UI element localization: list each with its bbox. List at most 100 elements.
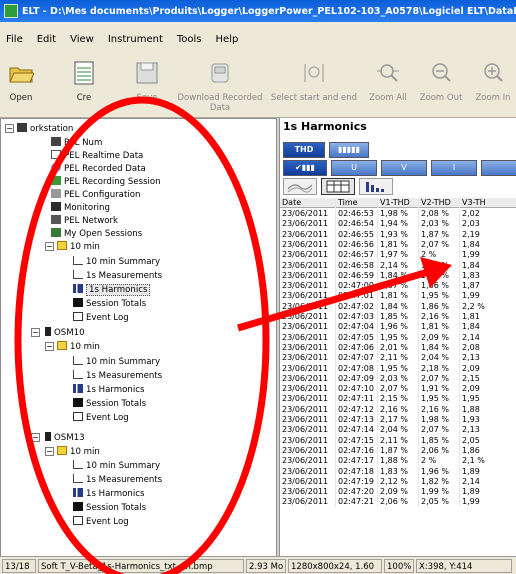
table-row[interactable]: 23/06/2011 02:46:59 1,84 % 1,89 % 1,83 (280, 270, 516, 281)
table-cell: 23/06/2011 (280, 476, 336, 487)
table-row[interactable]: 23/06/2011 02:47:07 2,11 % 2,04 % 2,13 (280, 353, 516, 364)
table-row[interactable]: 23/06/2011 02:47:18 1,83 % 1,96 % 1,89 (280, 466, 516, 477)
tree-measurements[interactable]: 1s Measurements (73, 270, 162, 281)
table-row[interactable]: 23/06/2011 02:47:09 2,03 % 2,07 % 2,15 (280, 373, 516, 384)
collapse-toggle[interactable]: − (31, 328, 40, 337)
table-cell: 02:47:12 (336, 404, 378, 415)
table-row[interactable]: 23/06/2011 02:47:13 2,17 % 1,98 % 1,93 (280, 415, 516, 425)
tree-osm10[interactable]: OSM10 (45, 327, 85, 338)
u-button[interactable]: U (331, 160, 377, 176)
table-row[interactable]: 23/06/2011 02:47:03 1,85 % 2,16 % 1,81 (280, 312, 516, 322)
graph-view-button[interactable] (283, 178, 317, 195)
tree-session-folder[interactable]: 10 min (57, 446, 100, 457)
table-row[interactable]: 23/06/2011 02:46:56 1,81 % 2,07 % 1,84 (280, 239, 516, 250)
tree-session-folder[interactable]: 10 min (57, 241, 100, 252)
menu-tools[interactable]: Tools (177, 34, 202, 45)
tree-configuration[interactable]: PEL Configuration (51, 189, 140, 200)
table-row[interactable]: 23/06/2011 02:47:17 1,88 % 2 % 2,1 % (280, 456, 516, 467)
tree-event-log[interactable]: Event Log (73, 516, 129, 527)
tree-session-totals[interactable]: Session Totals (73, 398, 146, 409)
tree-summary[interactable]: 10 min Summary (73, 256, 160, 267)
more-button[interactable] (481, 160, 516, 176)
tree-network[interactable]: PEL Network (51, 215, 118, 226)
table-row[interactable]: 23/06/2011 02:47:15 2,11 % 1,85 % 2,05 (280, 435, 516, 446)
collapse-toggle[interactable]: − (45, 342, 54, 351)
table-row[interactable]: 23/06/2011 02:46:54 1,94 % 2,03 % 2,03 (280, 219, 516, 230)
tree-harmonics[interactable]: 1s Harmonics (73, 488, 144, 499)
table-cell: 23/06/2011 (280, 322, 336, 333)
table-row[interactable]: 23/06/2011 02:47:20 2,09 % 1,99 % 1,89 (280, 487, 516, 498)
tree-my-open-sessions[interactable]: My Open Sessions (51, 228, 142, 239)
tree-event-log[interactable]: Event Log (73, 312, 129, 323)
table-row[interactable]: 23/06/2011 02:47:01 1,81 % 1,95 % 1,99 (280, 291, 516, 302)
table-row[interactable]: 23/06/2011 02:47:05 1,95 % 2,09 % 2,14 (280, 332, 516, 343)
table-row[interactable]: 23/06/2011 02:47:06 2,01 % 1,84 % 2,08 (280, 342, 516, 353)
collapse-toggle[interactable]: − (31, 433, 40, 442)
menu-edit[interactable]: Edit (37, 34, 56, 45)
table-row[interactable]: 23/06/2011 02:47:10 2,07 % 1,91 % 2,09 (280, 384, 516, 395)
menu-instrument[interactable]: Instrument (108, 34, 163, 45)
tree-measurements[interactable]: 1s Measurements (73, 370, 162, 381)
table-row[interactable]: 23/06/2011 02:46:57 1,97 % 2 % 1,99 (280, 250, 516, 261)
tree-summary[interactable]: 10 min Summary (73, 460, 160, 471)
tree-monitoring[interactable]: Monitoring (51, 202, 110, 213)
table-row[interactable]: 23/06/2011 02:47:14 2,04 % 2,07 % 2,13 (280, 425, 516, 436)
tree-osm13[interactable]: OSM13 (45, 432, 85, 443)
table-row[interactable]: 23/06/2011 02:47:12 2,16 % 2,16 % 1,88 (280, 404, 516, 415)
tree-harmonics[interactable]: 1s Harmonics (73, 384, 144, 395)
bar-view-button[interactable] (359, 178, 393, 195)
zoom-all-button[interactable]: Zoom All (366, 60, 410, 103)
table-row[interactable]: 23/06/2011 02:47:00 1,87 % 1,86 % 1,87 (280, 281, 516, 292)
collapse-toggle[interactable]: − (5, 124, 14, 133)
tree-recording-session[interactable]: PEL Recording Session (51, 176, 161, 187)
table-view-button[interactable] (321, 178, 355, 195)
table-row[interactable]: 23/06/2011 02:47:02 1,84 % 1,86 % 2,2 % (280, 301, 516, 312)
device-icon (51, 137, 61, 146)
tree-session-folder[interactable]: 10 min (57, 341, 100, 352)
thd-tab[interactable]: THD (283, 142, 325, 158)
table-cell: 23/06/2011 (280, 239, 336, 250)
select-start-end-button[interactable]: Select start and end (270, 60, 358, 103)
download-data-button[interactable]: Download Recorded Data (172, 60, 268, 113)
tree-pel-num[interactable]: PEL Num (51, 137, 102, 148)
tree-summary[interactable]: 10 min Summary (73, 356, 160, 367)
tree-session-totals[interactable]: Session Totals (73, 502, 146, 513)
i-button[interactable]: I (431, 160, 477, 176)
table-row[interactable]: 23/06/2011 02:46:55 1,93 % 1,87 % 2,19 (280, 229, 516, 240)
spectrum-tab[interactable]: ▮▮▮▮▮ (329, 142, 369, 158)
tree-measurements[interactable]: 1s Measurements (73, 474, 162, 485)
table-row[interactable]: 23/06/2011 02:47:11 2,15 % 1,95 % 1,95 (280, 394, 516, 405)
zoom-in-button[interactable]: Zoom In (470, 60, 516, 103)
save-button[interactable]: Save (132, 60, 162, 103)
table-row[interactable]: 23/06/2011 02:46:58 2,14 % 1,94 % 1,84 (280, 260, 516, 271)
tree-harmonics-selected[interactable]: 1s Harmonics (73, 284, 151, 296)
table-row[interactable]: 23/06/2011 02:47:16 1,87 % 2,06 % 1,86 (280, 445, 516, 456)
tree-realtime[interactable]: PEL Realtime Data (51, 150, 143, 161)
table-row[interactable]: 23/06/2011 02:46:53 1,98 % 2,08 % 2,02 (280, 209, 516, 219)
session-tree[interactable]: − orkstation PEL Num PEL Realtime Data P… (0, 118, 277, 558)
v-button[interactable]: V (381, 160, 427, 176)
menu-help[interactable]: Help (216, 34, 239, 45)
status-size: 2.93 Mo (246, 559, 286, 573)
table-cell: 23/06/2011 (280, 415, 336, 425)
tree-session-totals[interactable]: Session Totals (73, 298, 146, 309)
open-button[interactable]: Open (4, 60, 38, 103)
collapse-toggle[interactable]: − (45, 447, 54, 456)
tree-recorded[interactable]: PEL Recorded Data (51, 163, 146, 174)
table-row[interactable]: 23/06/2011 02:47:08 1,95 % 2,18 % 2,09 (280, 363, 516, 374)
table-row[interactable]: 23/06/2011 02:47:21 2,06 % 2,05 % 1,99 (280, 497, 516, 508)
tree-event-log[interactable]: Event Log (73, 412, 129, 423)
table-row[interactable]: 23/06/2011 02:47:19 2,12 % 1,82 % 2,14 (280, 476, 516, 487)
tree-workstation[interactable]: orkstation (17, 123, 73, 134)
table-cell: 02:47:07 (336, 353, 378, 364)
tree-label: orkstation (30, 124, 74, 134)
table-cell: 2,11 % (378, 353, 419, 364)
table-row[interactable]: 23/06/2011 02:47:04 1,96 % 1,81 % 1,84 (280, 322, 516, 333)
wave-toggle-button[interactable]: ✔▮▮▮ (283, 160, 327, 176)
zoom-out-button[interactable]: Zoom Out (418, 60, 464, 103)
create-button[interactable]: Cre (64, 60, 104, 103)
collapse-toggle[interactable]: − (45, 242, 54, 251)
menu-file[interactable]: File (6, 34, 23, 45)
menu-view[interactable]: View (70, 34, 94, 45)
table-cell: 2,07 % (419, 425, 460, 436)
